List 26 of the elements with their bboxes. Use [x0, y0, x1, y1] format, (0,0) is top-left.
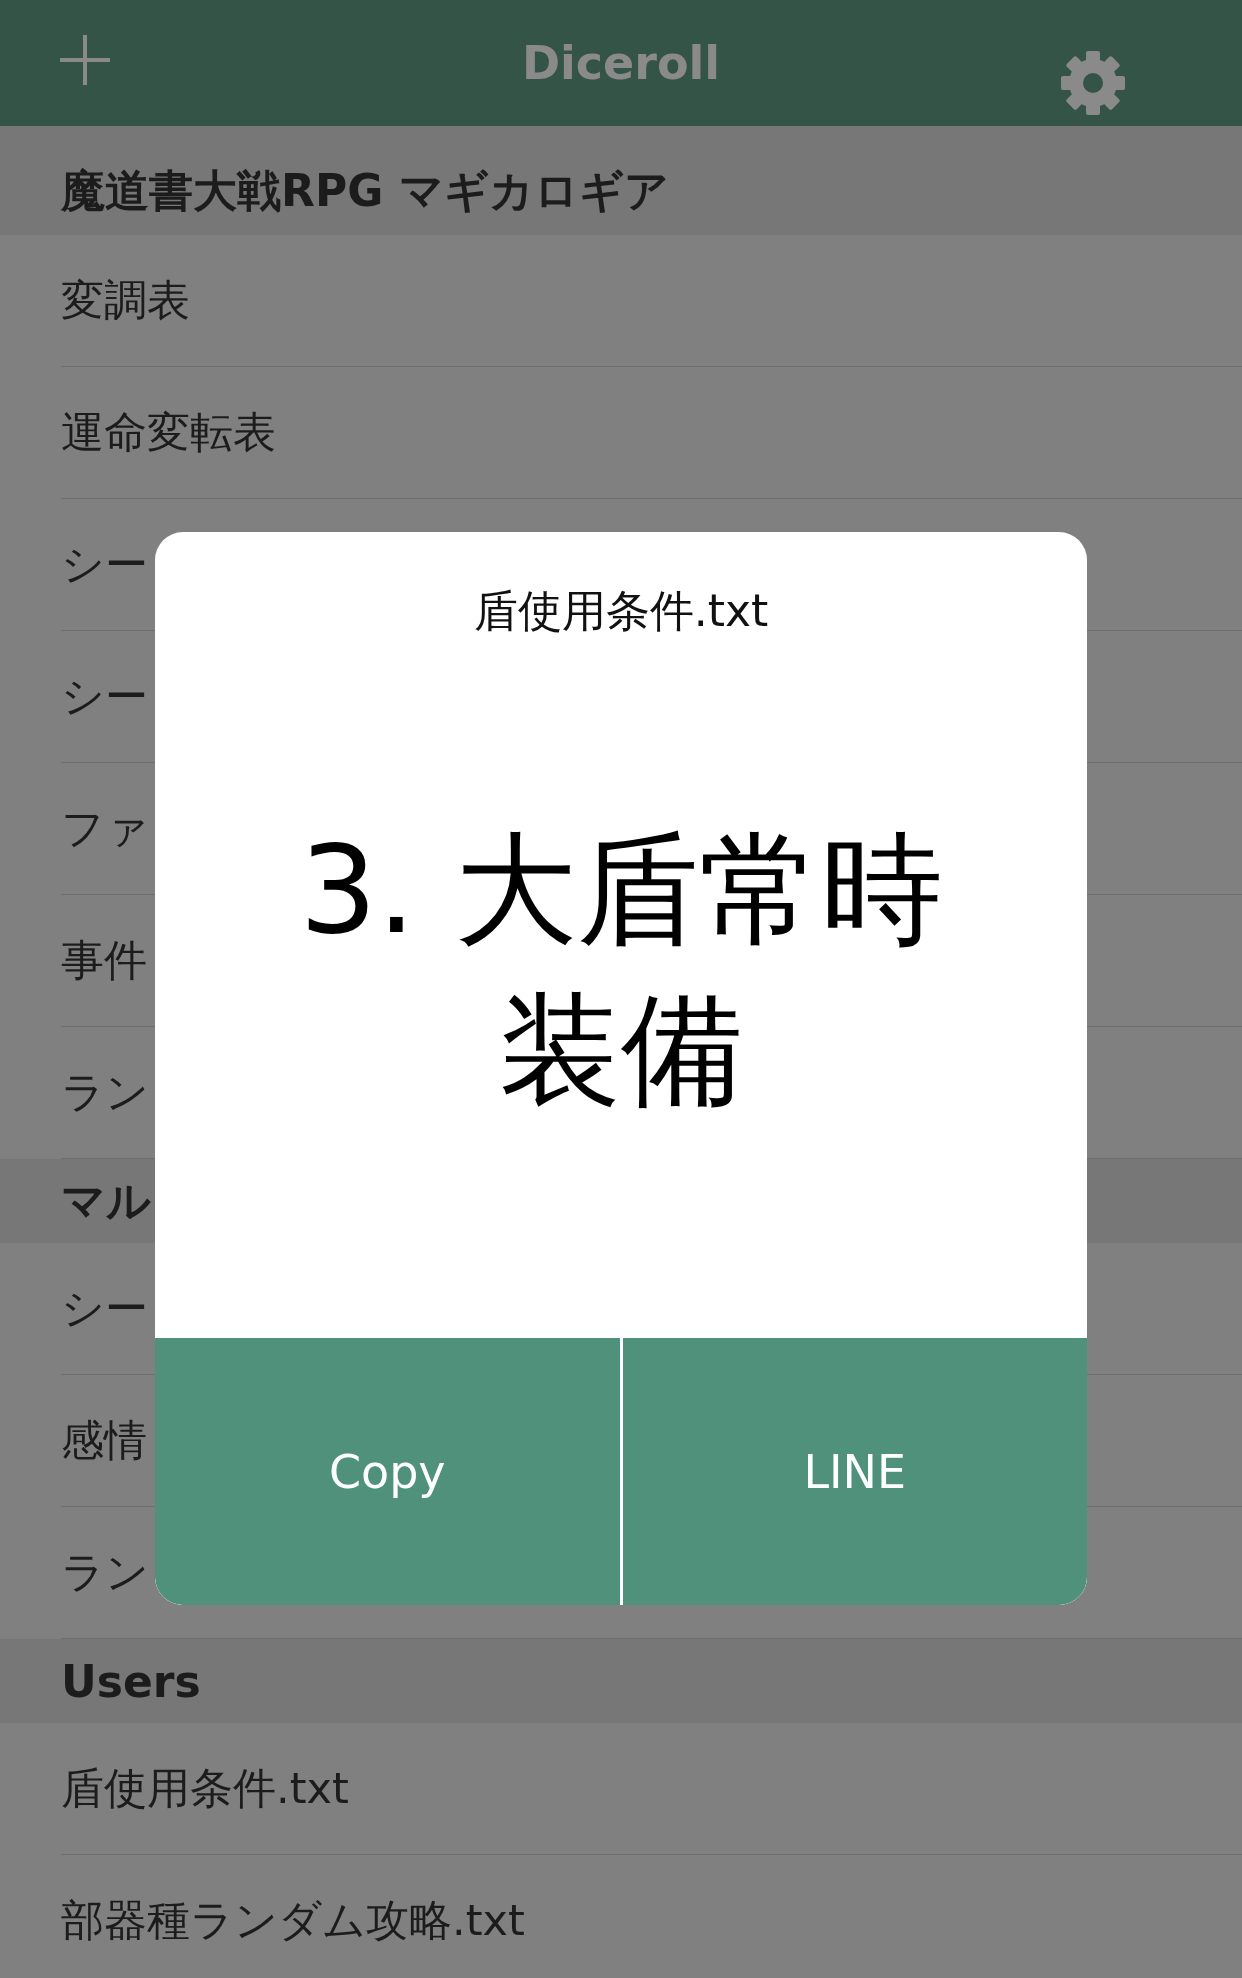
row-label: ファ: [61, 801, 149, 855]
row-label: ラン: [61, 1545, 149, 1599]
add-icon[interactable]: [58, 33, 112, 87]
section-title: 魔道書大戦RPG マギカロギア: [61, 164, 669, 218]
row-label: 変調表: [61, 273, 190, 327]
app-title: Diceroll: [521, 36, 721, 90]
dialog-title: 盾使用条件.txt: [472, 584, 770, 638]
row-label: ラン: [61, 1065, 149, 1119]
share-button[interactable]: Copy: [155, 1338, 620, 1605]
list-row[interactable]: 運命変転表: [61, 367, 1242, 499]
list-row[interactable]: 盾使用条件.txt: [61, 1723, 1242, 1855]
settings-icon[interactable]: [1060, 50, 1126, 116]
row-label: 盾使用条件.txt: [61, 1761, 349, 1815]
row-label: シー: [61, 669, 148, 723]
share-button[interactable]: LINE: [622, 1338, 1087, 1605]
row-label: 事件: [61, 933, 147, 987]
row-label: シー: [61, 1281, 148, 1335]
row-label: 運命変転表: [61, 405, 276, 459]
row-label: シー: [61, 537, 148, 591]
list-row[interactable]: 変調表: [61, 235, 1242, 367]
list-row[interactable]: 部器種ランダム攻略.txt: [61, 1855, 1242, 1978]
section-title: Users: [61, 1655, 201, 1707]
row-label: 部器種ランダム攻略.txt: [61, 1893, 525, 1947]
roll-result: 3. 大盾常時装備: [298, 817, 944, 1123]
row-label: 感情: [61, 1413, 147, 1467]
section-title: マル: [61, 1173, 151, 1228]
